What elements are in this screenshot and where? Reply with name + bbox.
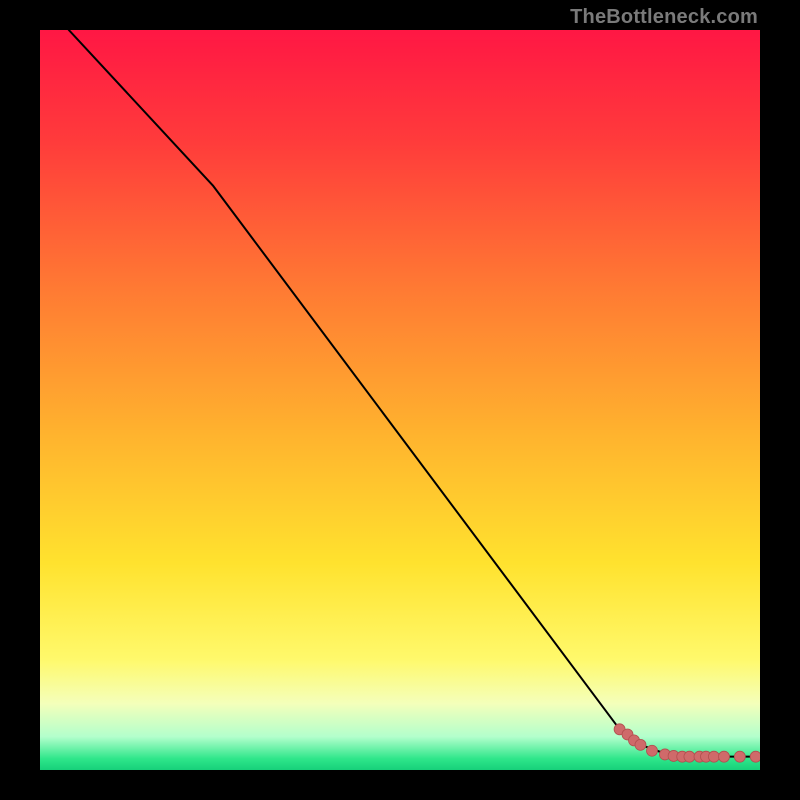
gradient-background — [40, 30, 760, 770]
plot-area — [40, 30, 760, 770]
watermark-text: TheBottleneck.com — [570, 6, 758, 29]
chart-frame: TheBottleneck.com — [0, 0, 800, 800]
marker-point — [708, 751, 719, 762]
marker-point — [734, 751, 745, 762]
chart-svg — [40, 30, 760, 770]
marker-point — [635, 739, 646, 750]
marker-point — [647, 745, 658, 756]
marker-point — [684, 751, 695, 762]
marker-point — [719, 751, 730, 762]
marker-point — [750, 751, 760, 762]
